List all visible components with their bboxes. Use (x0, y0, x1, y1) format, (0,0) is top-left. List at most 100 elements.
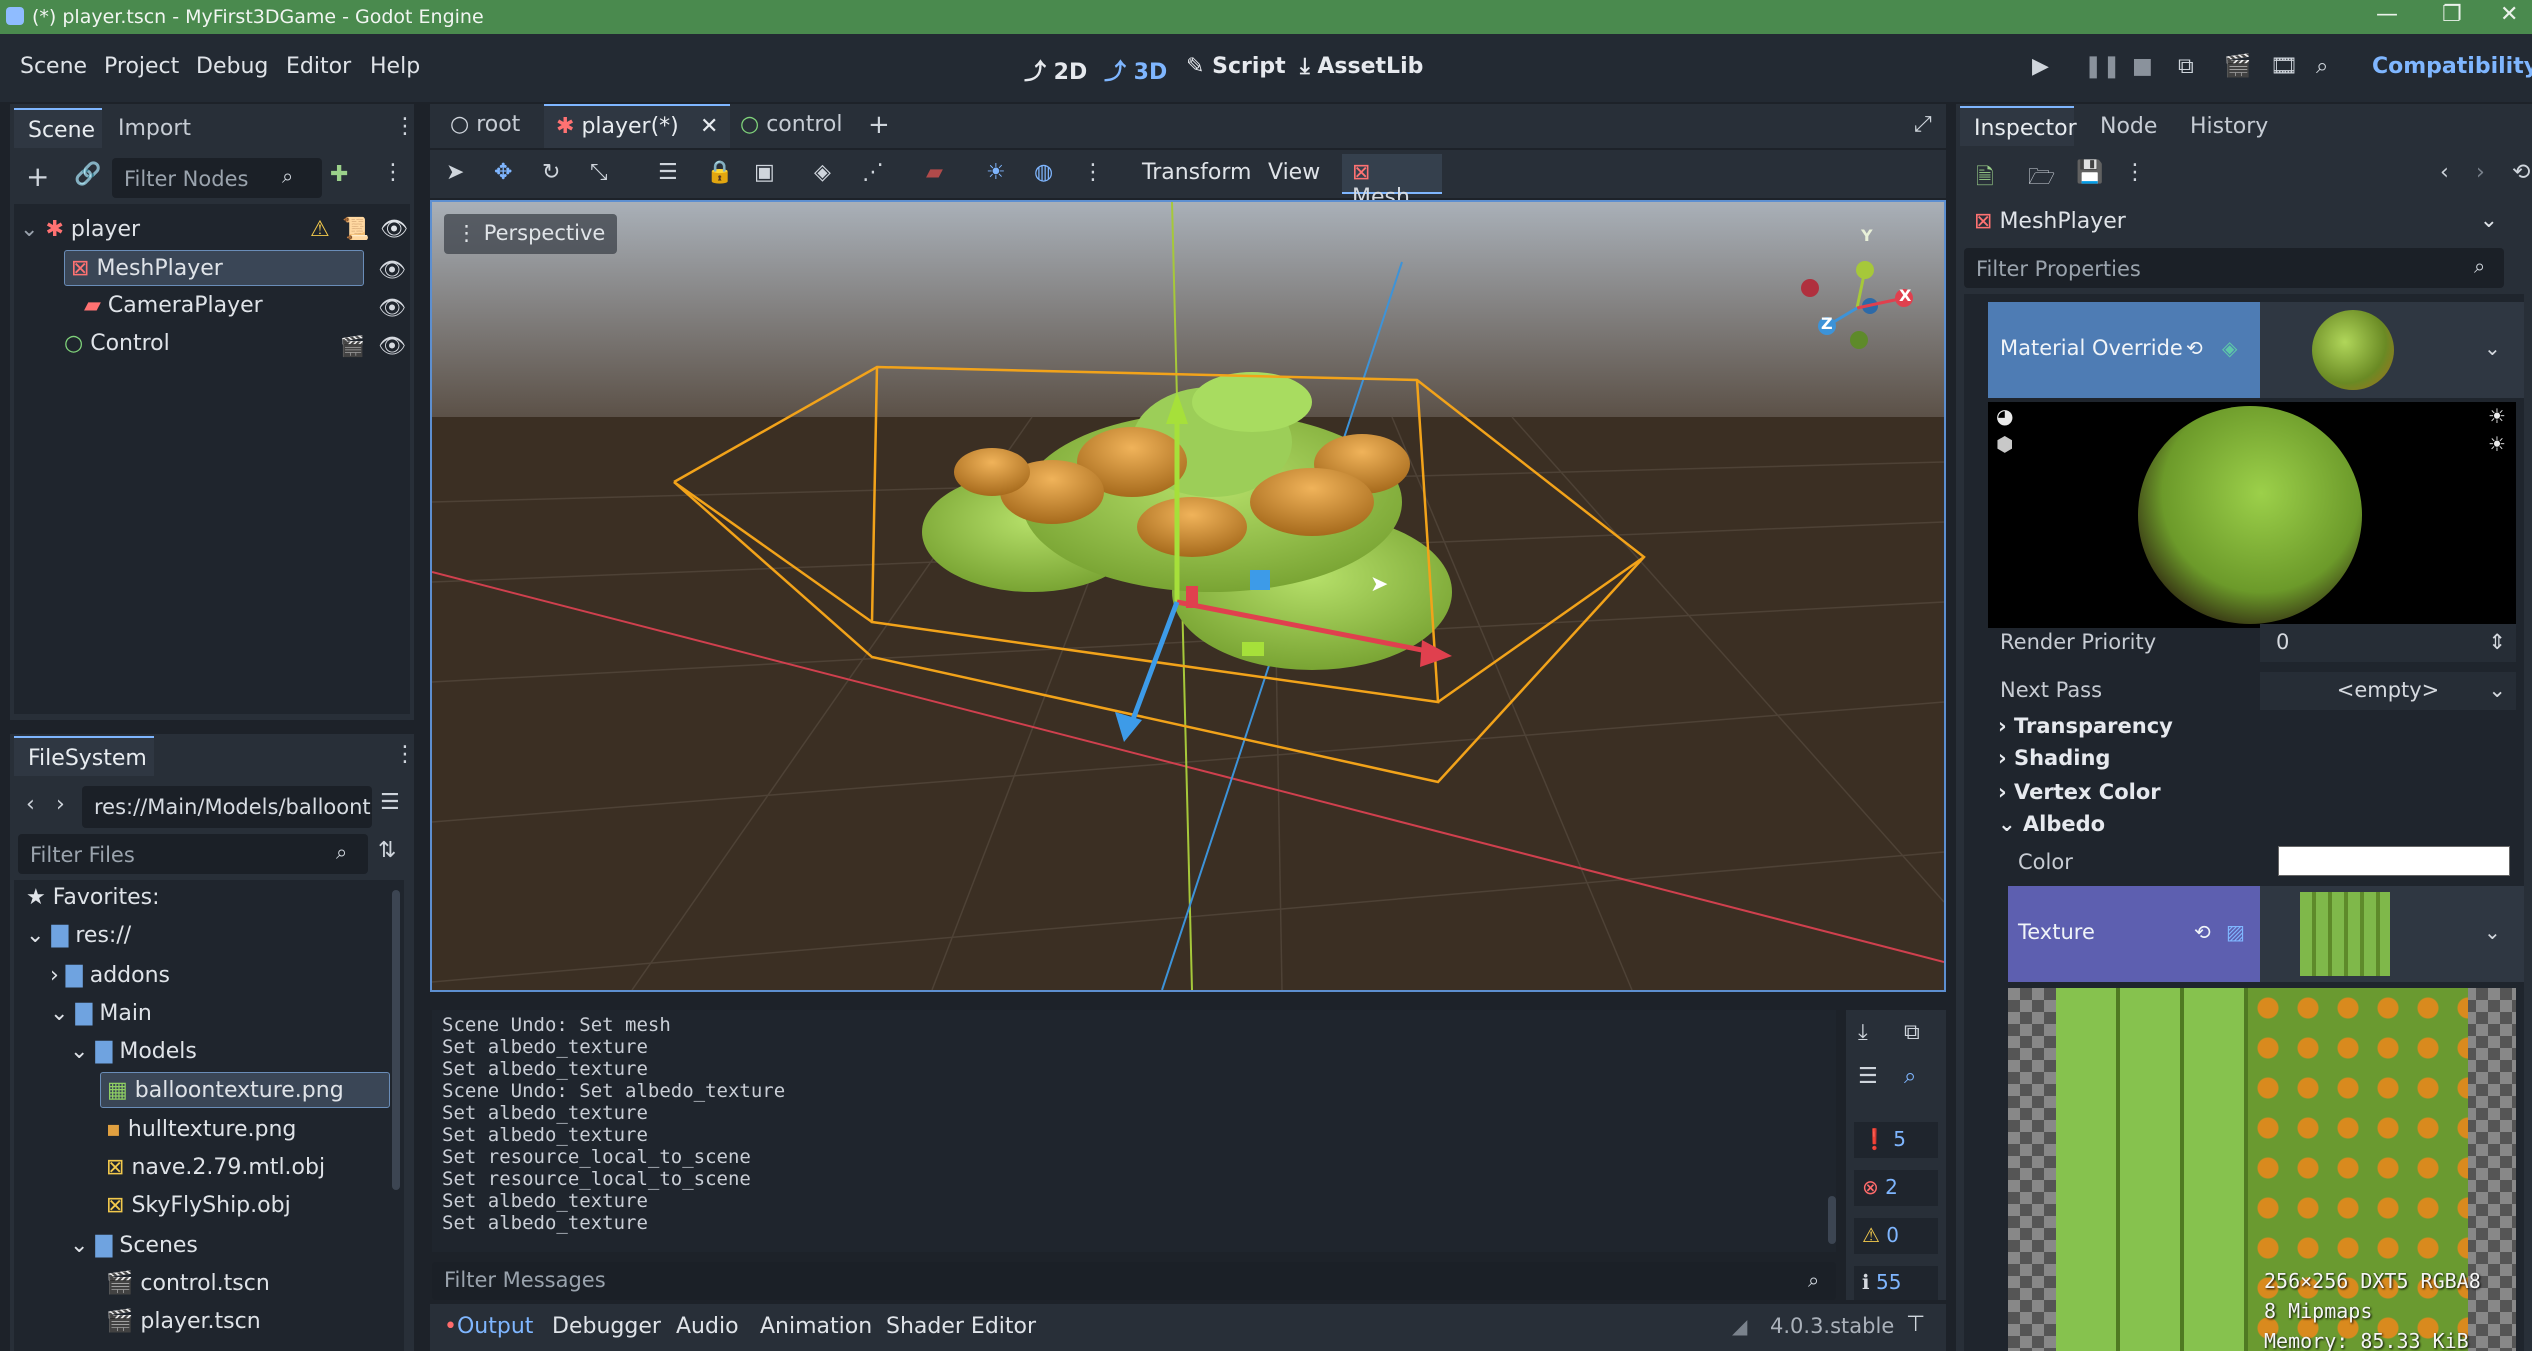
snap-icon[interactable]: ⋰ (862, 160, 884, 185)
texture-resource-picker[interactable]: ⌄ (2260, 886, 2524, 982)
filter-messages-toggle[interactable]: ❗ 5 (1854, 1122, 1938, 1158)
close-tab-icon[interactable]: ✕ (700, 114, 718, 139)
panel-menu-icon[interactable]: ⋮ (394, 114, 416, 139)
workspace-2d-button[interactable]: ⤴ 2D (1024, 54, 1087, 86)
scale-mode-icon[interactable]: ⤡ (590, 160, 608, 185)
forward-icon[interactable]: › (56, 792, 65, 817)
move-mode-icon[interactable]: ✥ (494, 160, 512, 185)
tab-filesystem[interactable]: FileSystem (14, 736, 154, 776)
sun-preview-icon[interactable]: ☀ (986, 160, 1006, 185)
stop-icon[interactable]: ■ (2132, 54, 2153, 79)
clear-output-icon[interactable]: ⤓ (1858, 1020, 1868, 1045)
scene-options-icon[interactable]: ⋮ (382, 160, 404, 185)
light2-toggle-icon[interactable]: ☀ (2488, 432, 2506, 456)
pin-panel-icon[interactable]: ⊤ (1906, 1312, 1925, 1337)
play-icon[interactable]: ▶ (2032, 54, 2049, 79)
tab-scene[interactable]: Scene (14, 108, 102, 148)
tab-root[interactable]: ○ root (450, 112, 520, 137)
link-icon[interactable]: 🔗 (74, 162, 101, 187)
file-player-tscn[interactable]: 🎬 player.tscn (106, 1304, 261, 1340)
new-resource-icon[interactable]: 🗎 (1976, 160, 1994, 198)
play-scene-icon[interactable]: 🎬 (2224, 54, 2251, 79)
tab-output[interactable]: •Output (444, 1314, 533, 1339)
camera-preview-icon[interactable]: ▰ (926, 160, 943, 185)
favorites-row[interactable]: ★ Favorites: (26, 880, 160, 916)
script-icon[interactable]: 📜 (342, 212, 369, 248)
menu-project[interactable]: Project (104, 54, 179, 79)
render-priority-spinbox[interactable]: 0 ⇕ (2260, 624, 2516, 662)
tab-debugger[interactable]: Debugger (552, 1314, 661, 1339)
menu-help[interactable]: Help (370, 54, 420, 79)
tab-history[interactable]: History (2190, 114, 2268, 139)
mesh-menu[interactable]: ⊠ Mesh (1342, 154, 1442, 210)
workspace-3d-button[interactable]: ⤴ 3D (1104, 54, 1167, 86)
file-control-tscn[interactable]: 🎬 control.tscn (106, 1266, 270, 1302)
file-hulltexture[interactable]: ▪ hulltexture.png (106, 1112, 296, 1148)
tree-node-player[interactable]: ⌄ ✱ player ⚠ 📜 👁 (20, 212, 408, 248)
minimize-icon[interactable]: — (2376, 2, 2398, 27)
close-window-icon[interactable]: ✕ (2500, 2, 2518, 27)
addons-folder-row[interactable]: › ▇ addons (50, 958, 170, 994)
select-mode-icon[interactable]: ➤ (446, 160, 464, 185)
revert-icon[interactable]: ⟲ (2186, 336, 2203, 360)
3d-viewport[interactable]: Y X Z ⋮ Perspective ➤ (430, 200, 1946, 992)
add-node-icon[interactable]: + (26, 160, 49, 193)
tab-player[interactable]: ✱ player(*) ✕ (544, 104, 730, 148)
distraction-free-icon[interactable]: ⤢ (1914, 112, 1932, 137)
material-override-row[interactable]: Material Override (1988, 302, 2260, 398)
list-select-icon[interactable]: ☰ (658, 160, 678, 185)
section-albedo[interactable]: ⌄ Albedo (1998, 812, 2105, 836)
file-tree-scrollbar[interactable] (392, 890, 400, 1190)
menu-editor[interactable]: Editor (286, 54, 351, 79)
section-transparency[interactable]: › Transparency (1998, 714, 2173, 738)
albedo-color-picker[interactable] (2278, 846, 2510, 876)
tree-node-control[interactable]: ○ Control (64, 326, 170, 362)
menu-debug[interactable]: Debug (196, 54, 268, 79)
sort-icon[interactable]: ⇅ (378, 838, 396, 863)
remote-debug-icon[interactable]: ⧉ (2178, 54, 2194, 79)
lock-icon[interactable]: 🔒 (706, 160, 733, 185)
transform-menu[interactable]: Transform (1142, 160, 1251, 185)
pause-icon[interactable]: ❚❚ (2084, 54, 2121, 79)
search-output-icon[interactable]: ⌕ (1904, 1064, 1916, 1089)
add-tab-icon[interactable]: + (868, 110, 890, 140)
file-nave-obj[interactable]: ⊠ nave.2.79.mtl.obj (106, 1150, 325, 1186)
filter-errors-toggle[interactable]: ⊗ 2 (1854, 1170, 1938, 1206)
split-view-icon[interactable]: ☰ (380, 790, 400, 815)
tab-node[interactable]: Node (2100, 114, 2157, 139)
renderer-select[interactable]: Compatibility (2372, 54, 2532, 79)
load-resource-icon[interactable]: 🗁 (2028, 160, 2055, 198)
models-folder-row[interactable]: ⌄ ▇ Models (70, 1034, 197, 1070)
workspace-assetlib-button[interactable]: ⤓ AssetLib (1300, 54, 1423, 79)
tab-animation[interactable]: Animation (760, 1314, 872, 1339)
main-folder-row[interactable]: ⌄ ▇ Main (50, 996, 152, 1032)
copy-output-icon[interactable]: ⧉ (1904, 1020, 1920, 1045)
visibility-icon[interactable]: 👁 (378, 296, 406, 321)
workspace-script-button[interactable]: ✎ Script (1186, 54, 1286, 79)
perspective-menu[interactable]: ⋮ Perspective (444, 214, 618, 254)
environment-preview-icon[interactable]: ◍ (1034, 160, 1053, 185)
res-folder-row[interactable]: ⌄ ▇ res:// (26, 918, 131, 954)
filter-info-toggle[interactable]: ℹ 55 (1854, 1266, 1938, 1300)
movie-maker-icon[interactable]: ⌕ (2316, 54, 2328, 79)
filter-warnings-toggle[interactable]: ⚠ 0 (1854, 1218, 1938, 1254)
tree-node-meshplayer[interactable]: ⊠ MeshPlayer (64, 250, 364, 286)
menu-scene[interactable]: Scene (20, 54, 87, 79)
resource-menu-icon[interactable]: ⋮ (2124, 160, 2146, 185)
collapse-icon[interactable]: ☰ (1858, 1064, 1878, 1089)
back-icon[interactable]: ‹ (26, 792, 35, 817)
update-spinner-icon[interactable]: ◢ (1732, 1314, 1747, 1338)
revert-icon[interactable]: ⟲ (2194, 920, 2211, 944)
tab-inspector[interactable]: Inspector (1960, 106, 2077, 146)
filter-properties-input[interactable]: Filter Properties (1964, 248, 2504, 288)
tab-shader-editor[interactable]: Shader Editor (886, 1314, 1036, 1339)
section-vertex-color[interactable]: › Vertex Color (1998, 780, 2161, 804)
signals-icon[interactable]: 🎬 (340, 334, 365, 358)
maximize-icon[interactable]: ❐ (2442, 2, 2462, 27)
history-back-icon[interactable]: ‹ (2440, 160, 2449, 185)
tab-import[interactable]: Import (118, 116, 191, 141)
warning-icon[interactable]: ⚠ (310, 212, 330, 248)
filter-messages-input[interactable]: Filter Messages (432, 1262, 1836, 1300)
path-field[interactable]: res://Main/Models/balloont (82, 786, 372, 828)
object-history-icon[interactable]: ⟲ (2512, 160, 2530, 185)
